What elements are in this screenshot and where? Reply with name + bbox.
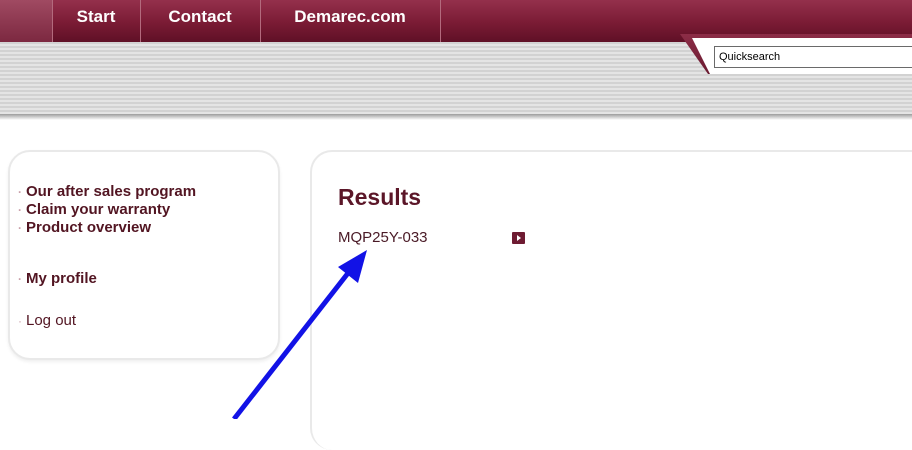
nav-separator <box>440 0 441 42</box>
bullet-icon: · <box>18 185 22 199</box>
sidebar-item-my-profile[interactable]: · My profile <box>18 270 97 287</box>
nav-start[interactable]: Start <box>52 0 140 42</box>
sidebar-item-log-out[interactable]: · Log out <box>18 312 77 329</box>
nav-contact[interactable]: Contact <box>140 0 260 42</box>
results-title: Results <box>338 184 422 210</box>
nav-left-cap <box>0 0 52 42</box>
sidebar-item-label: My profile <box>26 270 97 287</box>
bullet-icon: · <box>18 314 22 328</box>
sidebar-item-after-sales[interactable]: · Our after sales program <box>18 183 197 200</box>
header-shadow <box>0 114 912 120</box>
nav-demarec[interactable]: Demarec.com <box>260 0 440 42</box>
sidebar-item-warranty[interactable]: · Claim your warranty <box>18 201 171 218</box>
result-item-link[interactable]: MQP25Y-033 <box>338 229 428 246</box>
sidebar-item-label: Product overview <box>26 219 152 236</box>
sidebar-item-label: Log out <box>26 312 77 329</box>
bullet-icon: · <box>18 221 22 235</box>
sidebar-item-label: Our after sales program <box>26 183 197 200</box>
sidebar-item-label: Claim your warranty <box>26 201 171 218</box>
bullet-icon: · <box>18 272 22 286</box>
bullet-icon: · <box>18 203 22 217</box>
quicksearch-input[interactable] <box>714 46 912 68</box>
play-arrow-icon[interactable] <box>512 232 525 244</box>
sidebar-item-product-overview[interactable]: · Product overview <box>18 219 152 236</box>
